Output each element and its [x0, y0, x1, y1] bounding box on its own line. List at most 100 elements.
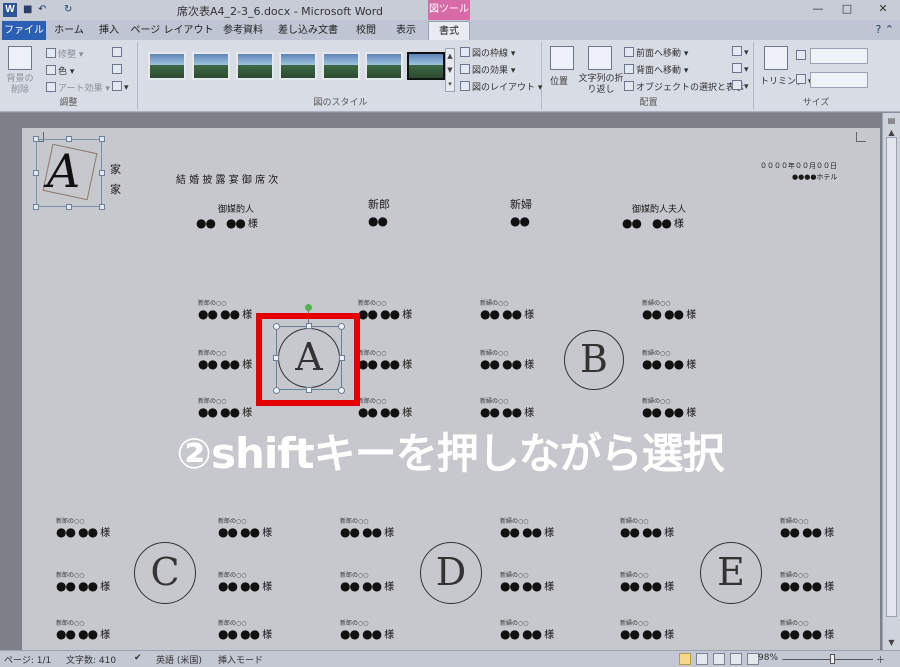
table-circle-c[interactable]: C — [134, 542, 196, 604]
guest-name: ●● ●● 様 — [642, 405, 697, 419]
guest-name: ●● ●● 様 — [56, 579, 111, 593]
scroll-thumb[interactable] — [886, 137, 897, 617]
logo-handle[interactable] — [33, 136, 39, 142]
vertical-scrollbar[interactable]: ▤ ▲ ▼ — [882, 113, 900, 650]
logo-handle[interactable] — [99, 136, 105, 142]
guest-name: ●● ●● 様 — [358, 357, 413, 371]
send-backward-button[interactable]: 背面へ移動 ▾ — [624, 63, 688, 76]
wrap-text-icon[interactable] — [588, 46, 612, 70]
guest-name: ●● ●● 様 — [480, 357, 535, 371]
tab-home[interactable]: ホーム — [50, 21, 88, 40]
insert-mode[interactable]: 挿入モード — [218, 653, 263, 666]
document-title: 結 婚 披 露 宴 御 席 次 — [176, 175, 279, 186]
crop-icon[interactable] — [764, 46, 788, 70]
language-indicator[interactable]: 英語 (米国) — [156, 653, 202, 666]
full-screen-icon[interactable] — [696, 653, 708, 665]
picture-style-4[interactable] — [279, 52, 317, 80]
proofing-icon[interactable]: ✔ — [134, 653, 142, 663]
picture-effects-button[interactable]: 図の効果 ▾ — [460, 63, 515, 76]
guest-name: ●● ●● 様 — [620, 579, 675, 593]
rotate-icon[interactable]: ▾ — [732, 80, 749, 92]
print-layout-icon[interactable] — [679, 653, 691, 665]
picture-style-1[interactable] — [148, 52, 186, 80]
document-page[interactable]: A 家 家 結 婚 披 露 宴 御 席 次 ００００年００月００日 ●●●●ホテ… — [22, 128, 880, 650]
picture-style-6[interactable] — [365, 52, 403, 80]
align-icon[interactable]: ▾ — [732, 46, 749, 58]
picture-layout-button[interactable]: 図のレイアウト ▾ — [460, 80, 542, 93]
position-button[interactable]: 位置 — [550, 74, 568, 87]
outline-icon[interactable] — [730, 653, 742, 665]
rotation-handle[interactable] — [305, 304, 312, 311]
compress-pictures-icon[interactable] — [112, 47, 124, 59]
position-icon[interactable] — [550, 46, 574, 70]
gallery-scroll[interactable]: ▲ ▼ ▾ — [445, 48, 455, 92]
change-picture-icon[interactable] — [112, 64, 124, 76]
tab-references[interactable]: 参考資料 — [218, 21, 268, 40]
wrap-text-button[interactable]: 文字列の折り返し — [578, 74, 624, 96]
color-icon — [46, 65, 56, 75]
logo-handle[interactable] — [33, 204, 39, 210]
logo-handle[interactable] — [33, 170, 39, 176]
guest-name: ●● ●● 様 — [198, 405, 253, 419]
color-button[interactable]: 色 ▾ — [46, 64, 74, 77]
group-label-size: サイズ — [802, 98, 830, 108]
remove-background-button[interactable]: 背景の削除 — [4, 74, 36, 96]
logo-handle[interactable] — [66, 136, 72, 142]
guest-name: ●● ●● 様 — [198, 357, 253, 371]
logo-handle[interactable] — [99, 204, 105, 210]
event-date: ００００年００月００日 — [760, 162, 837, 170]
tab-file[interactable]: ファイル — [2, 21, 46, 40]
tab-mailings[interactable]: 差し込み文書 — [272, 21, 344, 40]
web-layout-icon[interactable] — [713, 653, 725, 665]
maximize-button[interactable]: □ — [837, 2, 857, 15]
head-table-name: ●● ●● 様 — [622, 216, 684, 230]
word-count[interactable]: 文字数: 410 — [66, 653, 116, 666]
picture-border-button[interactable]: 図の枠線 ▾ — [460, 46, 515, 59]
zoom-in-button[interactable]: ＋ — [876, 653, 885, 666]
table-circle-b[interactable]: B — [564, 330, 624, 390]
scroll-down-icon[interactable]: ▼ — [885, 637, 898, 649]
minimize-button[interactable]: — — [808, 2, 828, 15]
table-circle-d[interactable]: D — [420, 542, 482, 604]
bring-forward-button[interactable]: 前面へ移動 ▾ — [624, 46, 688, 59]
zoom-slider-thumb[interactable] — [830, 654, 835, 664]
guest-name: ●● ●● 様 — [500, 579, 555, 593]
corrections-button[interactable]: 修整 ▾ — [46, 47, 83, 60]
close-button[interactable]: ✕ — [873, 2, 893, 15]
monogram-logo[interactable]: A — [36, 139, 102, 207]
picture-style-5[interactable] — [322, 52, 360, 80]
family-name-1: 家 — [110, 163, 121, 176]
ruler-toggle-icon[interactable]: ▤ — [885, 115, 898, 127]
tab-format[interactable]: 書式 — [428, 21, 470, 40]
selection-pane-button[interactable]: オブジェクトの選択と表示 — [624, 80, 744, 93]
guest-name: ●● ●● 様 — [500, 627, 555, 641]
artistic-effects-button[interactable]: アート効果 ▾ — [46, 81, 110, 94]
picture-style-3[interactable] — [236, 52, 274, 80]
margin-corner-tr — [856, 132, 866, 142]
group-label-arrange: 配置 — [639, 98, 658, 108]
table-circle-e[interactable]: E — [700, 542, 762, 604]
picture-effects-icon — [460, 64, 470, 74]
tab-review[interactable]: 校閲 — [348, 21, 384, 40]
width-input[interactable] — [810, 72, 868, 88]
highlight-frame — [256, 313, 360, 406]
group-arrange: 位置 文字列の折り返し 前面へ移動 ▾ 背面へ移動 ▾ オブジェクトの選択と表示… — [544, 42, 754, 110]
guest-name: ●● ●● 様 — [198, 307, 253, 321]
logo-handle[interactable] — [99, 170, 105, 176]
remove-background-icon[interactable] — [8, 46, 32, 70]
page-count[interactable]: ページ: 1/1 — [4, 653, 51, 666]
reset-picture-icon[interactable]: ▾ — [112, 81, 129, 93]
tab-view[interactable]: 表示 — [388, 21, 424, 40]
picture-style-2[interactable] — [192, 52, 230, 80]
guest-name: ●● ●● 様 — [780, 627, 835, 641]
zoom-slider-track[interactable] — [783, 659, 873, 660]
picture-style-7[interactable] — [407, 52, 445, 80]
zoom-level[interactable]: 98% — [758, 653, 778, 663]
tab-insert[interactable]: 挿入 — [92, 21, 126, 40]
tab-page-layout[interactable]: ページ レイアウト — [130, 21, 214, 40]
help-icon[interactable]: ? ⌃ — [875, 23, 894, 36]
logo-handle[interactable] — [66, 204, 72, 210]
guest-name: ●● ●● 様 — [620, 627, 675, 641]
height-input[interactable] — [810, 48, 868, 64]
group-objects-icon[interactable]: ▾ — [732, 63, 749, 75]
